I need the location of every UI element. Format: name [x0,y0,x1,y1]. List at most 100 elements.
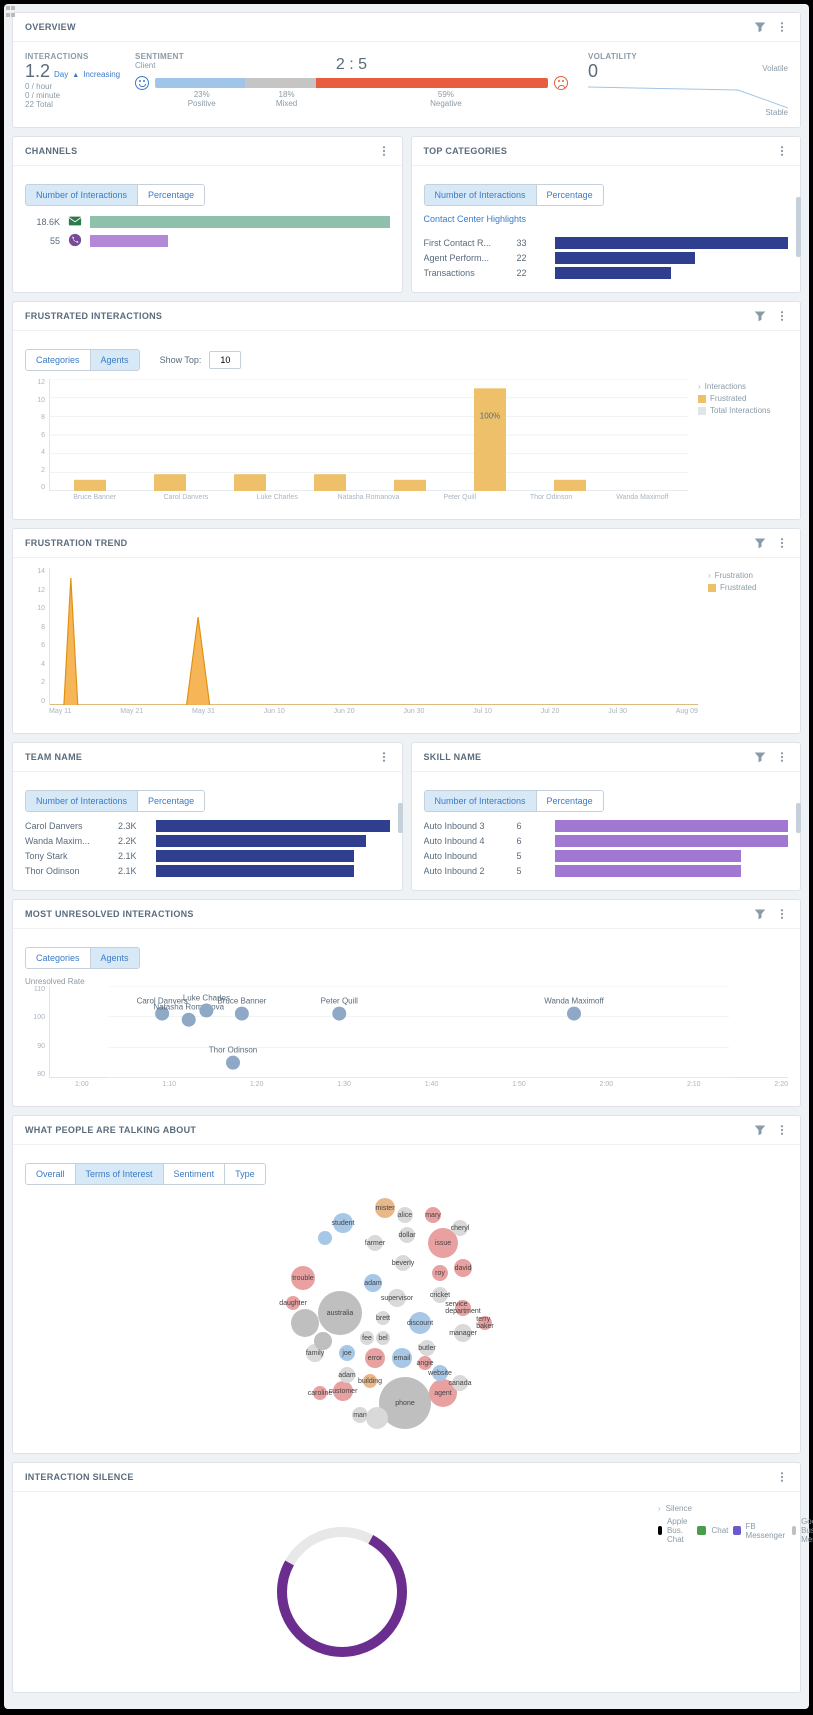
tab-overall[interactable]: Overall [26,1164,75,1184]
interactions-period: Day [54,70,68,79]
more-icon[interactable] [776,310,788,322]
channel-row: 18.6K [25,214,390,230]
bubble-word[interactable]: angie [418,1356,432,1370]
svg-text:Wanda Maximoff: Wanda Maximoff [544,997,604,1006]
tab-sentiment[interactable]: Sentiment [163,1164,225,1184]
filter-icon[interactable] [754,908,766,920]
tab-terms[interactable]: Terms of Interest [75,1164,163,1184]
team-row: Carol Danvers2.3K [25,820,390,832]
bubble-word[interactable]: roy [432,1265,448,1281]
bubble-word[interactable]: mary [425,1207,441,1223]
bubble-word[interactable]: discount [409,1312,431,1334]
unresolved-title: MOST UNRESOLVED INTERACTIONS [25,909,194,919]
bubble-word[interactable] [314,1332,332,1350]
bubble-word[interactable]: dollar [399,1227,415,1243]
bubble-word[interactable]: adam [364,1274,382,1292]
tab-categories[interactable]: Categories [26,350,90,370]
contact-center-link[interactable]: Contact Center Highlights [424,214,789,224]
bubble-word[interactable]: error [365,1348,385,1368]
tab-percentage[interactable]: Percentage [536,791,603,811]
bubble-word[interactable]: supervisor [388,1289,406,1307]
more-icon[interactable] [776,21,788,33]
bubble-word[interactable]: customer [333,1381,353,1401]
scrollbar[interactable] [796,803,801,833]
bubble-word[interactable]: caroline [313,1386,327,1400]
silence-legend-item[interactable]: Chat [697,1526,728,1535]
bubble-word[interactable]: building [363,1374,377,1388]
more-icon[interactable] [378,751,390,763]
bubble-word[interactable]: fee [360,1331,374,1345]
frown-icon [554,76,568,90]
per-minute: 0 / minute [25,91,115,100]
bubble-word[interactable]: email [392,1348,412,1368]
overview-title: OVERVIEW [25,22,76,32]
bubble-word[interactable]: manager [454,1324,472,1342]
tab-categories[interactable]: Categories [26,948,90,968]
bubble-word[interactable] [318,1231,332,1245]
bubble-word[interactable]: website [432,1365,448,1381]
tab-num-interactions[interactable]: Number of Interactions [425,185,536,205]
bubble-word[interactable]: brett [376,1311,390,1325]
unresolved-card: MOST UNRESOLVED INTERACTIONS Categories … [12,899,801,1107]
silence-card: INTERACTION SILENCE ›Silence Apple Bus. … [12,1462,801,1693]
bubble-word[interactable] [366,1407,388,1429]
tab-num-interactions[interactable]: Number of Interactions [425,791,536,811]
scrollbar[interactable] [796,197,801,257]
bubble-word[interactable]: butler [419,1340,435,1356]
bubble-word[interactable]: david [454,1259,472,1277]
more-icon[interactable] [776,537,788,549]
bubble-word[interactable]: adam [339,1367,355,1383]
bubble-word[interactable]: beverly [395,1255,411,1271]
silence-legend-item[interactable]: FB Messenger [733,1522,787,1540]
bubble-word[interactable]: alice [397,1207,413,1223]
filter-icon[interactable] [754,310,766,322]
bubble-word[interactable]: australia [318,1291,362,1335]
bubble-word[interactable]: farmer [367,1235,383,1251]
channels-tabs: Number of Interactions Percentage [25,184,205,206]
tab-type[interactable]: Type [224,1164,265,1184]
tab-percentage[interactable]: Percentage [536,185,603,205]
more-icon[interactable] [776,908,788,920]
channels-title: CHANNELS [25,146,77,156]
legend-interactions[interactable]: ›Interactions [698,382,788,391]
filter-icon[interactable] [754,537,766,549]
showtop-input[interactable] [209,351,241,369]
legend-silence[interactable]: ›Silence [658,1504,788,1513]
interactions-label: INTERACTIONS [25,52,115,61]
bubble-word[interactable]: mister [375,1198,395,1218]
silence-legend-item[interactable]: Apple Bus. Chat [658,1517,692,1544]
mail-icon [68,214,82,230]
tab-percentage[interactable]: Percentage [137,791,204,811]
bubble-word[interactable]: student [333,1213,353,1233]
tab-num-interactions[interactable]: Number of Interactions [26,791,137,811]
tab-agents[interactable]: Agents [90,350,139,370]
filter-icon[interactable] [754,21,766,33]
bubble-word[interactable]: trouble [291,1266,315,1290]
tab-agents[interactable]: Agents [90,948,139,968]
drag-handle[interactable] [6,6,18,18]
silence-legend-item[interactable]: Google Bus. Messa... [792,1517,813,1544]
bubble-word[interactable]: bel [376,1331,390,1345]
bubble-word[interactable]: terry baker [478,1316,492,1330]
legend-frustration[interactable]: ›Frustration [708,571,788,580]
more-icon[interactable] [378,145,390,157]
bubble-word[interactable]: cheryl [452,1220,468,1236]
more-icon[interactable] [776,1471,788,1483]
filter-icon[interactable] [754,1124,766,1136]
scrollbar[interactable] [398,803,403,833]
interactions-trend: Increasing [83,70,120,79]
bubble-word[interactable]: canada [452,1375,468,1391]
bubble-word[interactable] [291,1309,319,1337]
showtop-label: Show Top: [160,355,202,365]
more-icon[interactable] [776,751,788,763]
tab-percentage[interactable]: Percentage [137,185,204,205]
bubble-word[interactable]: daughter [286,1296,300,1310]
bubble-word[interactable]: joe [339,1345,355,1361]
more-icon[interactable] [776,1124,788,1136]
trend-title: FRUSTRATION TREND [25,538,127,548]
filter-icon[interactable] [754,751,766,763]
trend-area-chart [50,568,698,705]
tab-num-interactions[interactable]: Number of Interactions [26,185,137,205]
more-icon[interactable] [776,145,788,157]
bubble-word[interactable]: service department [455,1300,471,1316]
